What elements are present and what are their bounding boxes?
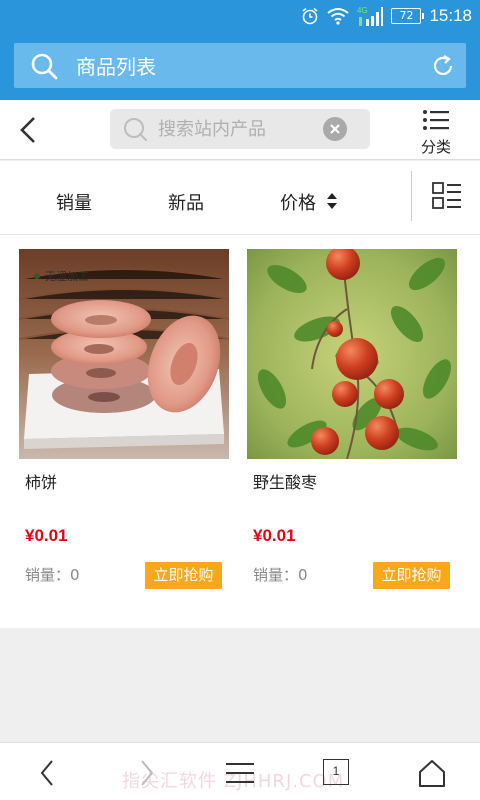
product-image-jujube[interactable] [247, 249, 457, 459]
product-image-persimmon[interactable]: 无涩加工 [19, 249, 229, 459]
divider [411, 171, 412, 221]
tab-count: 1 [332, 764, 340, 778]
menu-icon[interactable] [226, 759, 254, 787]
clear-icon[interactable] [323, 117, 347, 141]
back-icon[interactable] [34, 759, 62, 787]
sort-sales[interactable]: 销量 [56, 189, 92, 215]
sort-bar: 销量 新品 价格 [0, 161, 480, 235]
browser-bottom-nav: 指尖汇软件 ZJHHRJ.COM 1 [0, 742, 480, 800]
site-search-box [110, 109, 370, 149]
alarm-icon [302, 7, 318, 25]
svg-text:4G: 4G [357, 6, 368, 15]
product-grid: 无涩加工 柿饼 ¥0.01 销量：0 立即抢购 野生酸枣 ¥0.01 销量：0 … [0, 235, 480, 628]
sales-count: 0 [298, 566, 308, 584]
sort-arrows-icon [326, 193, 337, 209]
battery-level: 72 [399, 9, 414, 22]
status-bar: 4G 72 15:18 [0, 0, 480, 32]
battery-icon: 72 [391, 8, 425, 24]
product-price: ¥0.01 [253, 526, 296, 545]
search-icon [124, 118, 147, 141]
product-name[interactable]: 野生酸枣 [253, 469, 457, 493]
sort-price[interactable]: 价格 [280, 189, 338, 215]
sort-price-label: 价格 [280, 193, 316, 214]
product-sales: 销量：0 [253, 564, 308, 585]
buy-now-button[interactable]: 立即抢购 [373, 562, 450, 589]
product-sales: 销量：0 [25, 564, 80, 585]
forward-icon[interactable] [132, 759, 160, 787]
back-arrow-icon[interactable] [14, 114, 44, 146]
product-card[interactable]: 野生酸枣 ¥0.01 销量：0 立即抢购 [247, 249, 457, 589]
sales-label: 销量： [253, 566, 299, 584]
list-icon [423, 110, 449, 130]
browser-toolbar: 商品列表 [0, 32, 480, 100]
category-button[interactable]: 分类 [414, 108, 458, 156]
search-input[interactable] [158, 118, 323, 140]
page-title: 商品列表 [76, 55, 156, 79]
sales-label: 销量： [25, 566, 71, 584]
grid-list-toggle-icon[interactable] [432, 181, 462, 211]
product-name[interactable]: 柿饼 [25, 469, 229, 493]
product-card[interactable]: 无涩加工 柿饼 ¥0.01 销量：0 立即抢购 [19, 249, 229, 589]
refresh-icon[interactable] [430, 53, 456, 79]
tabs-icon[interactable]: 1 [323, 759, 349, 785]
category-label: 分类 [420, 138, 451, 156]
buy-now-button[interactable]: 立即抢购 [145, 562, 222, 589]
home-icon[interactable] [418, 759, 446, 787]
status-time: 15:18 [429, 6, 472, 25]
wifi-icon [327, 8, 350, 25]
image-caption: 无涩加工 [45, 270, 89, 283]
product-price: ¥0.01 [25, 526, 68, 545]
search-icon [31, 53, 58, 79]
address-bar[interactable]: 商品列表 [14, 43, 466, 88]
sales-count: 0 [70, 566, 80, 584]
sort-new[interactable]: 新品 [168, 189, 204, 215]
signal-icon: 4G [357, 6, 384, 26]
page-header: 分类 [0, 100, 480, 160]
